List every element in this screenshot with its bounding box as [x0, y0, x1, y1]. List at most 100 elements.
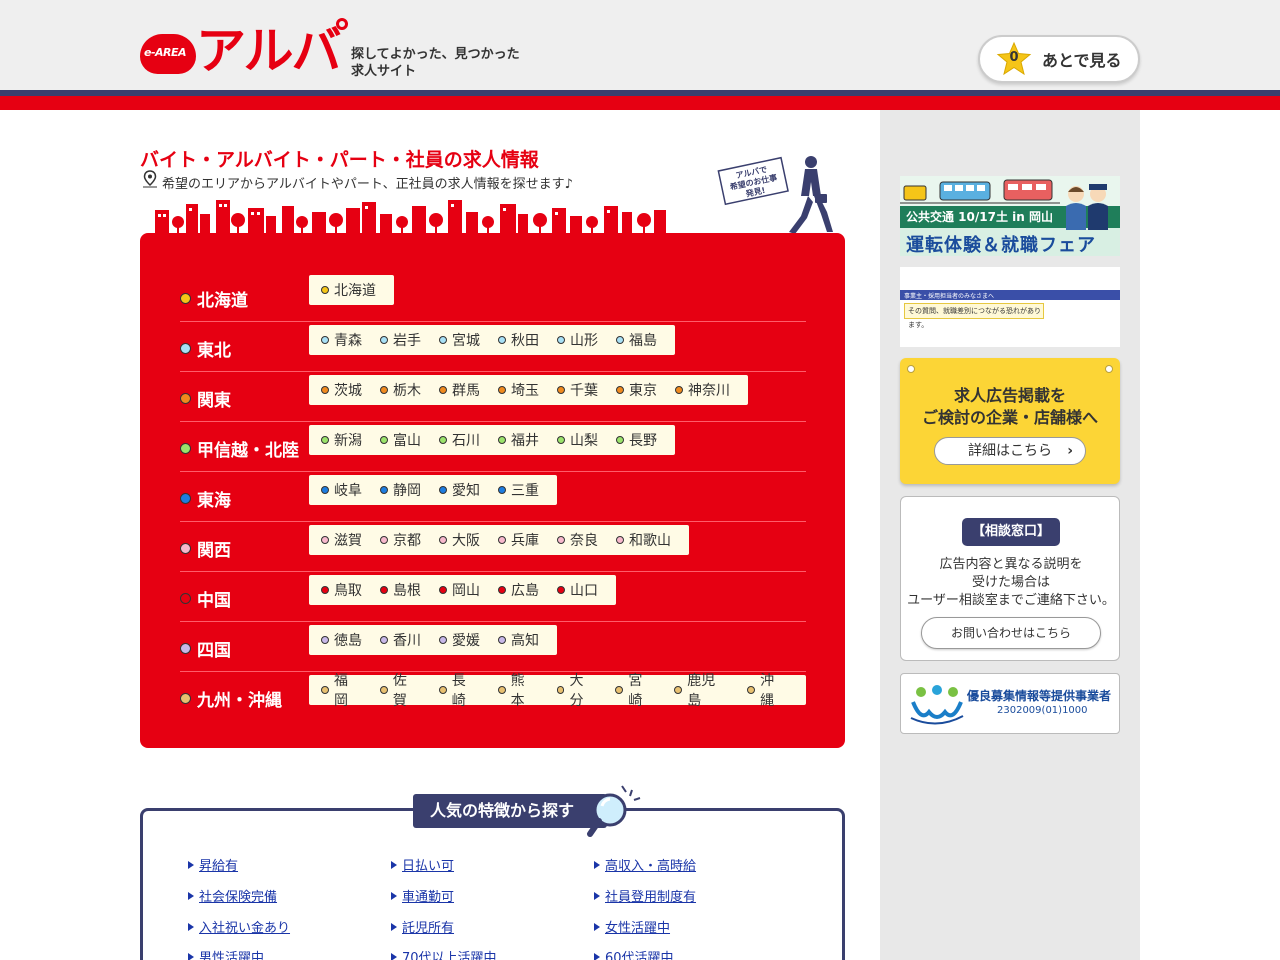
- prefecture-link[interactable]: 長野: [616, 430, 657, 450]
- prefecture-label: 京都: [393, 533, 421, 549]
- prefecture-link[interactable]: 東京: [616, 380, 657, 400]
- prefecture-link[interactable]: 静岡: [380, 480, 421, 500]
- advertise-title-line1: 求人広告掲載を: [953, 386, 1066, 405]
- prefecture-list: 青森 岩手 宮城 秋田 山形 福島: [309, 325, 675, 355]
- job-fair-banner[interactable]: 公共交通 10/17土 in 岡山 運転体験＆就職フェア: [900, 176, 1120, 256]
- region-link-koshinetsu-hokuriku[interactable]: 甲信越・北陸: [180, 436, 299, 461]
- feature-link-men[interactable]: 男性活躍中: [188, 947, 264, 960]
- prefecture-link[interactable]: 神奈川: [675, 380, 730, 400]
- feature-link-60s[interactable]: 60代活躍中: [594, 947, 674, 960]
- page-title: バイト・アルバイト・パート・社員の求人情報: [140, 149, 539, 171]
- feature-link-label: 託児所有: [402, 921, 455, 936]
- prefecture-link[interactable]: 福岡: [321, 670, 362, 710]
- prefecture-dot-icon: [439, 586, 447, 594]
- prefecture-link[interactable]: 愛知: [439, 480, 480, 500]
- region-link-tokai[interactable]: 東海: [180, 486, 231, 511]
- prefecture-link[interactable]: 長崎: [438, 670, 480, 710]
- prefecture-link[interactable]: 兵庫: [498, 530, 539, 550]
- feature-link-raise[interactable]: 昇給有: [188, 855, 238, 874]
- notice-box-text: その質問、就職差別につながる恐れがあります。: [904, 303, 1044, 329]
- pin-icon: [907, 365, 915, 373]
- tagline-line1: 探してよかった、見つかった: [351, 47, 520, 62]
- feature-link-label: 女性活躍中: [605, 921, 671, 936]
- prefecture-link[interactable]: 千葉: [557, 380, 598, 400]
- prefecture-link[interactable]: 鳥取: [321, 580, 362, 600]
- advertise-details-button[interactable]: 詳細はこちら ›: [934, 437, 1086, 465]
- region-link-kanto[interactable]: 関東: [180, 386, 231, 411]
- prefecture-link[interactable]: 埼玉: [498, 380, 539, 400]
- prefecture-link[interactable]: 徳島: [321, 630, 362, 650]
- region-link-kyushu-okinawa[interactable]: 九州・沖縄: [180, 686, 282, 711]
- prefecture-dot-icon: [439, 636, 447, 644]
- prefecture-link[interactable]: 熊本: [497, 670, 539, 710]
- prefecture-link[interactable]: 大阪: [439, 530, 480, 550]
- feature-link-insurance[interactable]: 社会保険完備: [188, 886, 277, 905]
- prefecture-link[interactable]: 滋賀: [321, 530, 362, 550]
- prefecture-link[interactable]: 富山: [380, 430, 421, 450]
- prefecture-link[interactable]: 群馬: [439, 380, 480, 400]
- triangle-right-icon: [594, 860, 600, 869]
- prefecture-link[interactable]: 秋田: [498, 330, 539, 350]
- contact-button[interactable]: お問い合わせはこちら: [921, 617, 1101, 649]
- prefecture-link[interactable]: 茨城: [321, 380, 362, 400]
- region-link-kansai[interactable]: 関西: [180, 536, 231, 561]
- prefecture-link[interactable]: 山口: [557, 580, 598, 600]
- feature-link-high-pay[interactable]: 高収入・高時給: [594, 855, 696, 874]
- prefecture-link[interactable]: 山梨: [557, 430, 598, 450]
- prefecture-dot-icon: [438, 686, 447, 694]
- prefecture-link[interactable]: 京都: [380, 530, 421, 550]
- prefecture-link[interactable]: 宮崎: [615, 670, 656, 710]
- prefecture-link[interactable]: 広島: [498, 580, 539, 600]
- prefecture-link[interactable]: 石川: [439, 430, 480, 450]
- prefecture-link[interactable]: 北海道: [321, 280, 376, 300]
- prefecture-link[interactable]: 高知: [498, 630, 539, 650]
- prefecture-dot-icon: [439, 486, 447, 494]
- region-link-tohoku[interactable]: 東北: [180, 336, 231, 361]
- prefecture-link[interactable]: 岡山: [439, 580, 480, 600]
- feature-link-women[interactable]: 女性活躍中: [594, 917, 670, 936]
- prefecture-label: 千葉: [570, 383, 598, 399]
- prefecture-link[interactable]: 三重: [498, 480, 539, 500]
- region-row: 北海道 北海道: [180, 272, 806, 322]
- certification-banner[interactable]: 優良募集情報等提供事業者 2302009(01)1000: [900, 673, 1120, 734]
- feature-link-daily-pay[interactable]: 日払い可: [391, 855, 454, 874]
- feature-link-70s[interactable]: 70代以上活躍中: [391, 947, 497, 960]
- feature-link-bonus[interactable]: 入社祝い金あり: [188, 917, 290, 936]
- prefecture-list: 福岡 佐賀 長崎 熊本 大分 宮崎 鹿児島 沖縄: [309, 673, 806, 709]
- site-logo[interactable]: e-AREA アルバ: [140, 18, 350, 84]
- prefecture-label: 長野: [629, 433, 657, 449]
- triangle-right-icon: [594, 922, 600, 931]
- prefecture-dot-icon: [557, 436, 565, 444]
- prefecture-link[interactable]: 島根: [380, 580, 421, 600]
- prefecture-link[interactable]: 鹿児島: [674, 670, 729, 710]
- triangle-right-icon: [188, 891, 194, 900]
- prefecture-link[interactable]: 佐賀: [379, 670, 421, 710]
- prefecture-link[interactable]: 青森: [321, 330, 362, 350]
- prefecture-link[interactable]: 福井: [498, 430, 539, 450]
- consultation-line3: ユーザー相談室までご連絡下さい。: [907, 593, 1115, 608]
- prefecture-link[interactable]: 栃木: [380, 380, 421, 400]
- prefecture-link[interactable]: 愛媛: [439, 630, 480, 650]
- prefecture-label: 福岡: [333, 673, 348, 709]
- prefecture-link[interactable]: 山形: [557, 330, 598, 350]
- region-link-chugoku[interactable]: 中国: [180, 586, 231, 611]
- feature-link-full-time-path[interactable]: 社員登用制度有: [594, 886, 696, 905]
- watch-later-button[interactable]: 0 あとで見る: [978, 35, 1140, 83]
- prefecture-link[interactable]: 大分: [556, 670, 598, 710]
- prefecture-link[interactable]: 奈良: [557, 530, 598, 550]
- feature-link-car-commute[interactable]: 車通勤可: [391, 886, 454, 905]
- prefecture-link[interactable]: 岩手: [380, 330, 421, 350]
- region-row: 四国 徳島 香川 愛媛 高知: [180, 622, 806, 672]
- discrimination-notice-banner[interactable]: 事業主・採用担当者のみなさまへ その質問、就職差別につながる恐れがあります。: [900, 267, 1120, 347]
- prefecture-link[interactable]: 岐阜: [321, 480, 362, 500]
- region-link-hokkaido[interactable]: 北海道: [180, 286, 248, 311]
- prefecture-link[interactable]: 香川: [380, 630, 421, 650]
- prefecture-link[interactable]: 宮城: [439, 330, 480, 350]
- prefecture-list: 新潟 富山 石川 福井 山梨 長野: [309, 425, 675, 455]
- prefecture-link[interactable]: 沖縄: [747, 670, 788, 710]
- region-link-shikoku[interactable]: 四国: [180, 636, 231, 661]
- prefecture-link[interactable]: 和歌山: [616, 530, 671, 550]
- prefecture-link[interactable]: 福島: [616, 330, 657, 350]
- feature-link-childcare[interactable]: 託児所有: [391, 917, 454, 936]
- prefecture-link[interactable]: 新潟: [321, 430, 362, 450]
